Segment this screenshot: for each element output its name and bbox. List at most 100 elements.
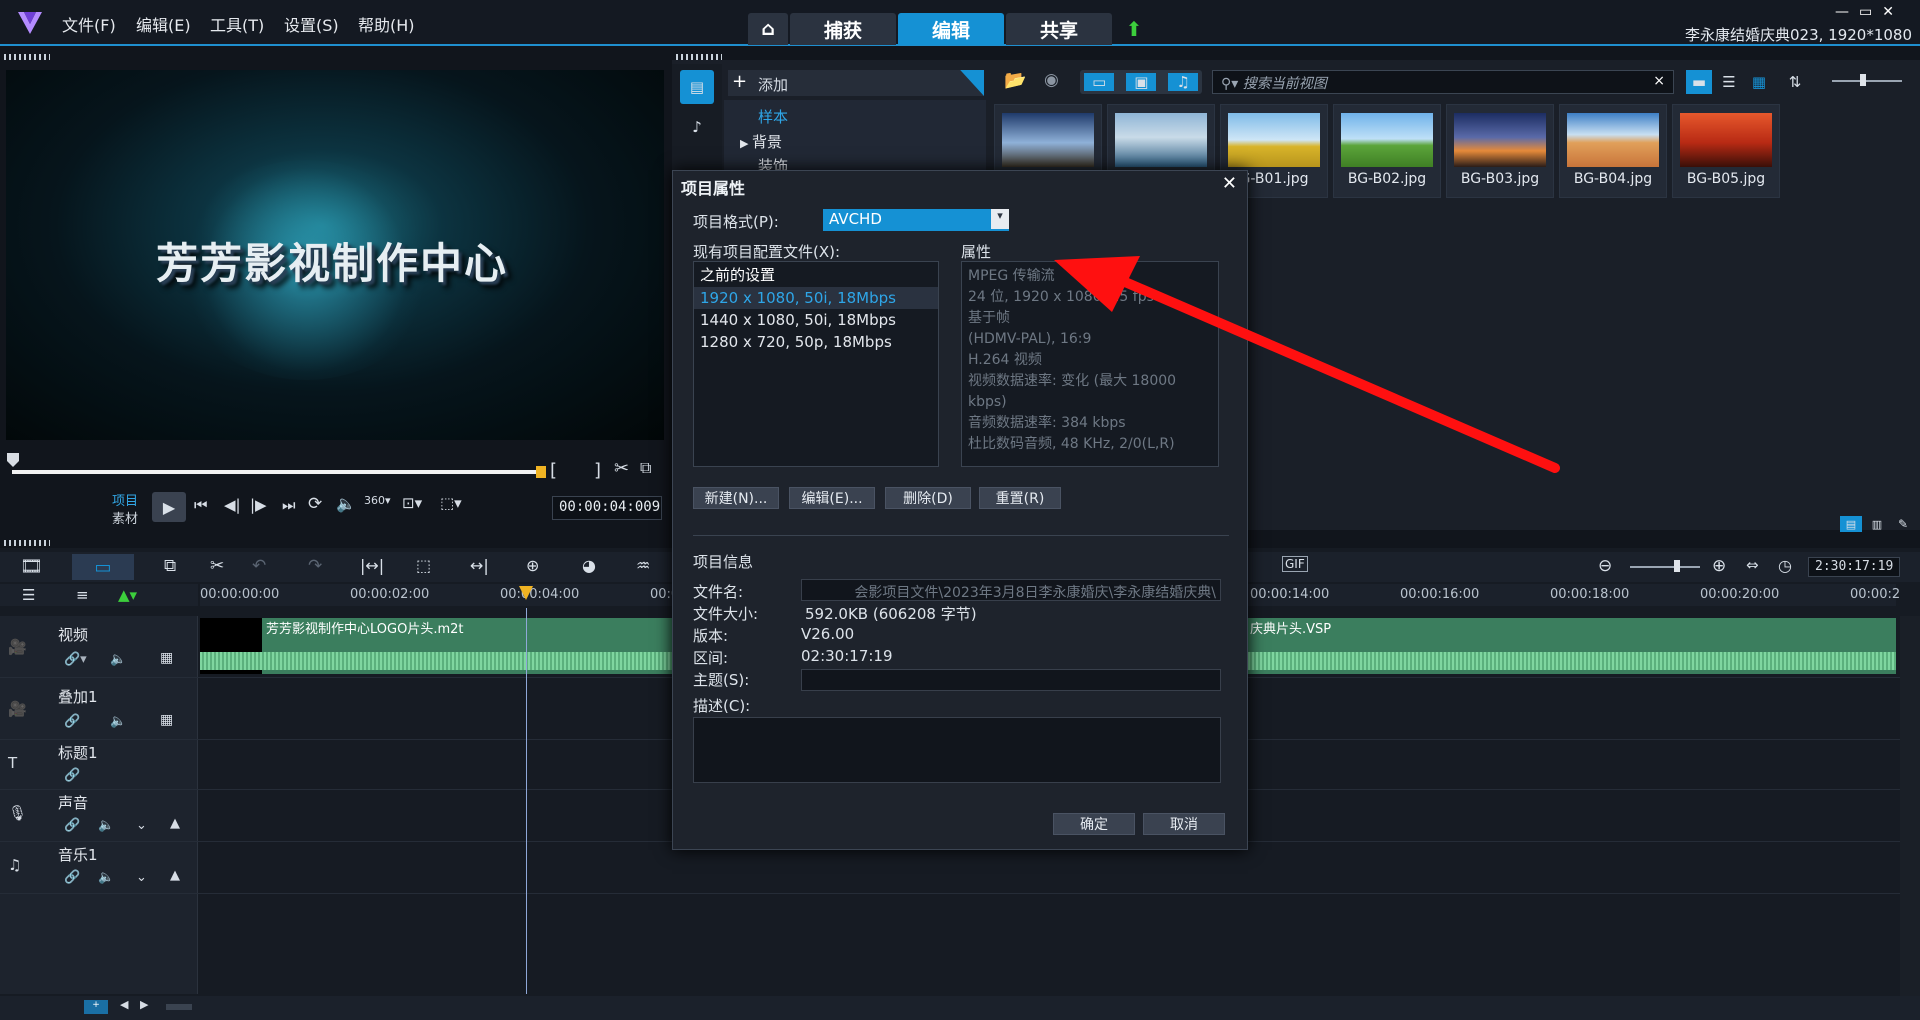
delete-profile-button[interactable]: 删除(D) — [885, 487, 971, 509]
go-end-icon[interactable]: ⏭ — [282, 496, 296, 514]
vertical-scrollbar[interactable] — [1900, 616, 1920, 996]
library-grip[interactable] — [676, 54, 722, 60]
zoom-slider-knob[interactable] — [1674, 560, 1680, 572]
thumb-item[interactable]: BG-B05.jpg — [1672, 104, 1780, 198]
pan-zoom-icon[interactable]: ⬚ — [416, 556, 431, 575]
view-thumbnail-icon[interactable]: ▬ — [1686, 70, 1712, 94]
ripple-toggle-icon[interactable]: ▦ — [160, 650, 173, 666]
expand-icon[interactable]: ⌄ — [136, 870, 147, 885]
trim-marker-icon[interactable] — [536, 466, 546, 478]
timecode-display[interactable]: 00:00:04:009 — [552, 496, 662, 520]
thumb-size-slider[interactable] — [1832, 80, 1902, 82]
mute-icon[interactable]: 🔈 — [110, 714, 126, 729]
expand-icon[interactable]: ⌄ — [136, 818, 147, 833]
import-folder-icon[interactable]: 📂 — [1004, 70, 1026, 91]
menu-edit[interactable]: 编辑(E) — [136, 12, 191, 36]
search-input[interactable]: ⚲▾ 搜索当前视图 × — [1212, 70, 1674, 94]
nav-item-backgrounds[interactable]: ▶ 背景 — [724, 127, 986, 152]
menu-tools[interactable]: 工具(T) — [210, 12, 264, 36]
solo-icon[interactable]: ▲ — [170, 816, 180, 831]
horizontal-scrollbar[interactable] — [166, 1004, 192, 1010]
tab-capture[interactable]: 捕获 — [790, 13, 896, 45]
motion-track-icon[interactable]: ⊕ — [526, 556, 539, 575]
play-button[interactable]: ▶ — [152, 492, 186, 522]
split-scissors-icon[interactable]: ✂ — [614, 458, 629, 479]
mark-out-icon[interactable]: ] — [594, 460, 601, 481]
add-track-icon[interactable]: ▲▾ — [118, 586, 137, 604]
mode-project[interactable]: 项目 — [112, 490, 138, 509]
solo-icon[interactable]: ▲ — [170, 868, 180, 883]
list-item[interactable]: 1920 x 1080, 50i, 18Mbps — [694, 287, 938, 309]
video-clip[interactable]: 芳芳影视制作中心LOGO片头.m2t — [200, 618, 734, 674]
scroll-left-icon[interactable]: ◀ — [120, 998, 128, 1011]
zoom-in-icon[interactable]: ⊕ — [1712, 556, 1726, 576]
mode-clip[interactable]: 素材 — [112, 508, 138, 527]
prev-frame-icon[interactable]: ◀| — [224, 496, 241, 514]
volume-icon[interactable]: 🔈 — [336, 494, 356, 513]
view-list-icon[interactable]: ☰ — [1716, 70, 1742, 94]
repeat-icon[interactable]: ⟳ — [308, 494, 322, 514]
filter-video-icon[interactable]: ▭ — [1084, 73, 1115, 91]
tools-icon[interactable]: ✂ — [210, 556, 224, 576]
add-icon[interactable]: + — [732, 71, 747, 92]
ripple-toggle-icon[interactable]: ▦ — [160, 712, 173, 728]
track-options-icon[interactable]: ≡ — [76, 586, 89, 604]
project-duration[interactable]: 2:30:17:19 — [1808, 557, 1900, 577]
video-clip[interactable]: 庆典片头.VSP — [1248, 618, 1896, 674]
list-item[interactable]: 1440 x 1080, 50i, 18Mbps — [694, 309, 938, 331]
nav-item-samples[interactable]: 样本 — [724, 100, 986, 127]
list-item[interactable]: 之前的设置 — [694, 262, 938, 287]
scrub-bar[interactable] — [12, 470, 538, 474]
new-profile-button[interactable]: 新建(N)... — [693, 487, 779, 509]
capture-icon[interactable]: ◉ — [1044, 70, 1059, 90]
tab-edit[interactable]: 编辑 — [898, 13, 1004, 45]
menu-file[interactable]: 文件(F) — [62, 12, 116, 36]
library-layout-icon[interactable]: ▤ — [1840, 516, 1862, 532]
color-grading-icon[interactable]: ◕ — [582, 556, 596, 575]
view-grid-icon[interactable]: ▦ — [1746, 70, 1772, 94]
description-textarea[interactable] — [693, 717, 1221, 783]
link-icon[interactable]: 🔗 — [64, 818, 80, 833]
window-controls[interactable]: —▭✕ — [1835, 4, 1904, 20]
playhead-line[interactable] — [526, 608, 527, 994]
thumb-size-slider-knob[interactable] — [1860, 74, 1866, 86]
timeline-grip[interactable] — [4, 540, 50, 546]
360-view-icon[interactable]: 360▾ — [364, 494, 391, 507]
menu-help[interactable]: 帮助(H) — [358, 12, 415, 36]
panel-grip[interactable] — [4, 54, 50, 60]
mute-icon[interactable]: 🔈 — [98, 870, 114, 885]
edit-profile-button[interactable]: 编辑(E)... — [789, 487, 875, 509]
copy-frame-icon[interactable]: ⧉ — [640, 458, 651, 478]
clear-search-icon[interactable]: × — [1653, 73, 1665, 89]
add-track-footer-icon[interactable]: + — [84, 1000, 108, 1014]
filter-audio-icon[interactable]: ♫ — [1168, 73, 1198, 91]
link-icon[interactable]: 🔗▾ — [64, 652, 87, 667]
track-list-icon[interactable]: ☰ — [22, 586, 35, 604]
redo-icon[interactable]: ↷ — [308, 556, 322, 576]
link-icon[interactable]: 🔗 — [64, 768, 80, 783]
thumb-item[interactable]: BG-B03.jpg — [1446, 104, 1554, 198]
zoom-out-icon[interactable]: ⊖ — [1598, 556, 1612, 576]
audio-library-icon[interactable]: ♪ — [680, 110, 714, 144]
list-item[interactable]: 1280 x 720, 50p, 18Mbps — [694, 331, 938, 353]
selection-tool-icon[interactable]: ⬚▾ — [440, 494, 462, 512]
add-label[interactable]: 添加 — [758, 74, 788, 95]
subject-input[interactable] — [801, 669, 1221, 691]
filter-photo-icon[interactable]: ▣ — [1126, 73, 1157, 91]
go-start-icon[interactable]: ⏮ — [194, 496, 208, 514]
timeline-view-icon[interactable]: ▭ — [72, 554, 134, 580]
track-manager-icon[interactable]: ⧉ — [164, 556, 176, 576]
thumb-item[interactable]: BG-B04.jpg — [1559, 104, 1667, 198]
upload-arrow-icon[interactable]: ⬆ — [1114, 13, 1154, 45]
mute-icon[interactable]: 🔈 — [98, 818, 114, 833]
sort-icon[interactable]: ⇅ — [1784, 70, 1806, 94]
library-split-icon[interactable]: ▥ — [1866, 516, 1888, 532]
aspect-ratio-icon[interactable]: ⊡▾ — [402, 494, 422, 512]
tab-share[interactable]: 共享 — [1006, 13, 1112, 45]
audio-mixer-icon[interactable]: ♒ — [636, 556, 650, 575]
ripple-icon[interactable]: ↔| — [470, 556, 489, 575]
link-icon[interactable]: 🔗 — [64, 870, 80, 885]
scroll-right-icon[interactable]: ▶ — [140, 998, 148, 1011]
fit-project-icon[interactable]: ⇔ — [1746, 556, 1759, 574]
filename-field[interactable]: \会影项目文件\2023年3月8日李永康婚庆\李永康结婚庆典 — [801, 579, 1221, 601]
